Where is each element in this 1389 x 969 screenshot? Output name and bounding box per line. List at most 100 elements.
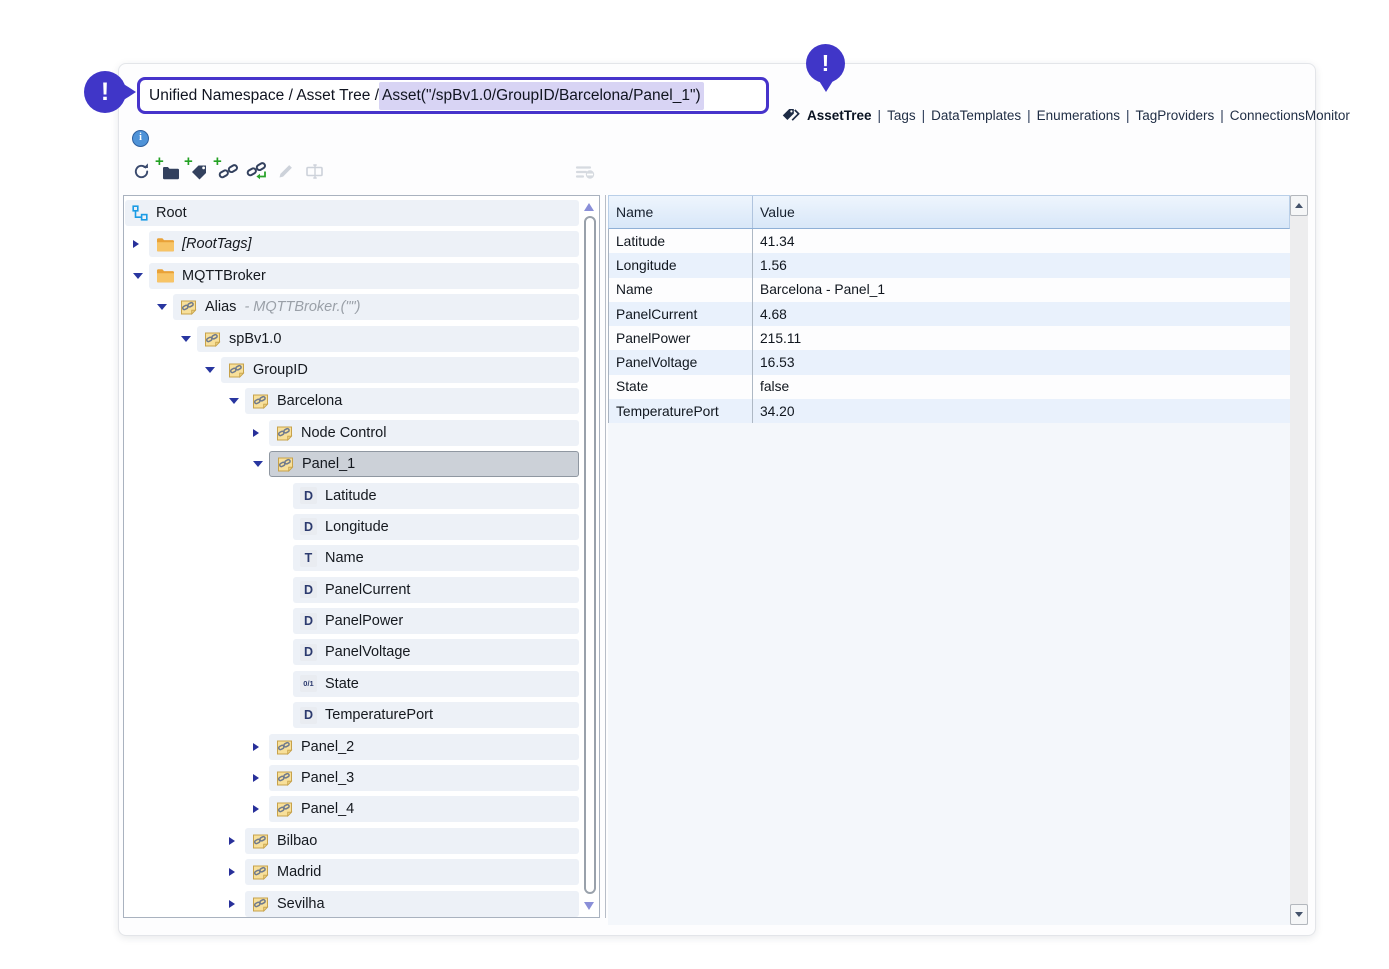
collapse-arrow-icon[interactable]	[229, 398, 239, 404]
table-row[interactable]: Statefalse	[609, 375, 1290, 399]
breadcrumb[interactable]: Unified Namespace / Asset Tree / Asset("…	[137, 77, 769, 114]
asset-tree-panel: Root [RootTags] MQTTBroker Alias - MQTTBrok…	[123, 195, 600, 918]
scroll-down-button[interactable]	[1290, 904, 1308, 925]
table-row[interactable]: PanelCurrent4.68	[609, 302, 1290, 326]
tree-item-label: Latitude	[325, 488, 377, 504]
tree-item-bar[interactable]: DLongitude	[293, 514, 579, 540]
tree-item-bar[interactable]: DTemperaturePort	[293, 702, 579, 728]
tree-item-label: Longitude	[325, 519, 389, 535]
collapse-arrow-icon[interactable]	[133, 273, 143, 279]
tree-item-bar[interactable]: DPanelVoltage	[293, 639, 579, 665]
exclamation-icon: !	[822, 50, 830, 77]
alias-icon	[252, 896, 269, 912]
tree-item-bar[interactable]: Alias - MQTTBroker.("")	[173, 294, 579, 320]
filter-button[interactable]	[574, 162, 598, 182]
add-tag-button[interactable]: +	[188, 160, 210, 182]
tree-item-label: Name	[325, 550, 364, 566]
tab-enumerations[interactable]: Enumerations	[1037, 108, 1120, 123]
tree-item-bar[interactable]: DPanelPower	[293, 608, 579, 634]
scroll-up-button[interactable]	[1290, 195, 1308, 216]
tree-item-bar[interactable]: DPanelCurrent	[293, 577, 579, 603]
scroll-down-icon[interactable]	[584, 902, 594, 910]
expand-arrow-icon[interactable]	[253, 743, 259, 751]
tree-item-bar[interactable]: Panel_2	[269, 734, 579, 760]
tree-item-spbv1-0: spBv1.0	[124, 326, 599, 352]
cell-value: 41.34	[753, 229, 1290, 253]
tree-item-node-control: Node Control	[124, 420, 599, 446]
collapse-arrow-icon[interactable]	[253, 461, 263, 467]
add-link-button[interactable]: +	[217, 160, 239, 182]
column-header-value[interactable]: Value	[753, 196, 1289, 228]
tree-scrollbar[interactable]	[583, 201, 596, 912]
tree-item-label: Panel_4	[301, 801, 354, 817]
tree-item-latitude: DLatitude	[124, 483, 599, 509]
panel-splitter[interactable]	[605, 195, 606, 918]
tree-item-bar[interactable]: spBv1.0	[197, 326, 579, 352]
tree-item-bar[interactable]: Sevilha	[245, 891, 579, 917]
tree-item-bar[interactable]: Panel_4	[269, 796, 579, 822]
collapse-arrow-icon[interactable]	[157, 304, 167, 310]
paste-link-button[interactable]	[246, 160, 268, 182]
double-icon: D	[300, 581, 317, 598]
collapse-arrow-icon[interactable]	[205, 367, 215, 373]
expand-arrow-icon[interactable]	[229, 868, 235, 876]
tree-item-bar[interactable]: TName	[293, 545, 579, 571]
tree-toolbar: + + +	[130, 160, 326, 182]
tree-item-label: State	[325, 676, 359, 692]
info-icon[interactable]: i	[132, 130, 149, 147]
table-row[interactable]: Longitude1.56	[609, 253, 1290, 277]
tab-tags[interactable]: Tags	[887, 108, 916, 123]
table-row[interactable]: TemperaturePort34.20	[609, 399, 1290, 423]
expand-arrow-icon[interactable]	[253, 429, 259, 437]
tree-item-label: GroupID	[253, 362, 308, 378]
expand-arrow-icon[interactable]	[253, 805, 259, 813]
tree-item-label: Barcelona	[277, 393, 342, 409]
expand-arrow-icon[interactable]	[229, 900, 235, 908]
table-row[interactable]: PanelVoltage16.53	[609, 350, 1290, 374]
cell-name: Name	[609, 278, 753, 302]
plus-icon: +	[213, 153, 222, 170]
double-icon: D	[300, 707, 317, 724]
tree-item-bar[interactable]: Madrid	[245, 859, 579, 885]
tree-item-sevilha: Sevilha	[124, 891, 599, 917]
table-row[interactable]: Latitude41.34	[609, 229, 1290, 253]
tree-item-bar[interactable]: Panel_1	[269, 451, 579, 477]
tree-item-label: Madrid	[277, 864, 321, 880]
refresh-button[interactable]	[130, 160, 152, 182]
tree-item-bar[interactable]: Node Control	[269, 420, 579, 446]
tree-item-state: 0/1State	[124, 671, 599, 697]
cell-name: PanelVoltage	[609, 350, 753, 374]
alias-icon	[276, 770, 293, 786]
table-row[interactable]: NameBarcelona - Panel_1	[609, 278, 1290, 302]
tab-tagproviders[interactable]: TagProviders	[1135, 108, 1214, 123]
tree-item-bar[interactable]: 0/1State	[293, 671, 579, 697]
tree-item-bar[interactable]: MQTTBroker	[149, 263, 579, 289]
tab-assettree[interactable]: AssetTree	[807, 108, 872, 123]
column-header-name[interactable]: Name	[609, 196, 753, 228]
scroll-up-icon[interactable]	[584, 203, 594, 211]
tree-scrollbar-thumb[interactable]	[584, 216, 596, 894]
expand-arrow-icon[interactable]	[133, 240, 139, 248]
breadcrumb-asset-highlight[interactable]: Asset("/spBv1.0/GroupID/Barcelona/Panel_…	[379, 82, 704, 110]
tab-connectionsmonitor[interactable]: ConnectionsMonitor	[1230, 108, 1350, 123]
breadcrumb-path[interactable]: Unified Namespace / Asset Tree /	[149, 87, 379, 105]
tree-item-bar[interactable]: Bilbao	[245, 828, 579, 854]
tree-item-bar[interactable]: Panel_3	[269, 765, 579, 791]
tree-item-bar[interactable]: GroupID	[221, 357, 579, 383]
tree-item-alias: Alias - MQTTBroker.("")	[124, 294, 599, 320]
add-folder-button[interactable]: +	[159, 160, 181, 182]
tree-item-bar[interactable]: Root	[125, 200, 579, 226]
table-row[interactable]: PanelPower215.11	[609, 326, 1290, 350]
expand-arrow-icon[interactable]	[229, 837, 235, 845]
expand-arrow-icon[interactable]	[253, 774, 259, 782]
folder-icon	[156, 237, 174, 252]
tree-item-bar[interactable]: Barcelona	[245, 388, 579, 414]
tree-item-bar[interactable]: DLatitude	[293, 483, 579, 509]
tree-item-panel-4: Panel_4	[124, 796, 599, 822]
tree-item-bar[interactable]: [RootTags]	[149, 231, 579, 257]
alias-icon	[252, 393, 269, 409]
tree-item-name: TName	[124, 545, 599, 571]
collapse-arrow-icon[interactable]	[181, 336, 191, 342]
tab-datatemplates[interactable]: DataTemplates	[931, 108, 1021, 123]
details-scrollbar[interactable]	[1290, 195, 1308, 925]
